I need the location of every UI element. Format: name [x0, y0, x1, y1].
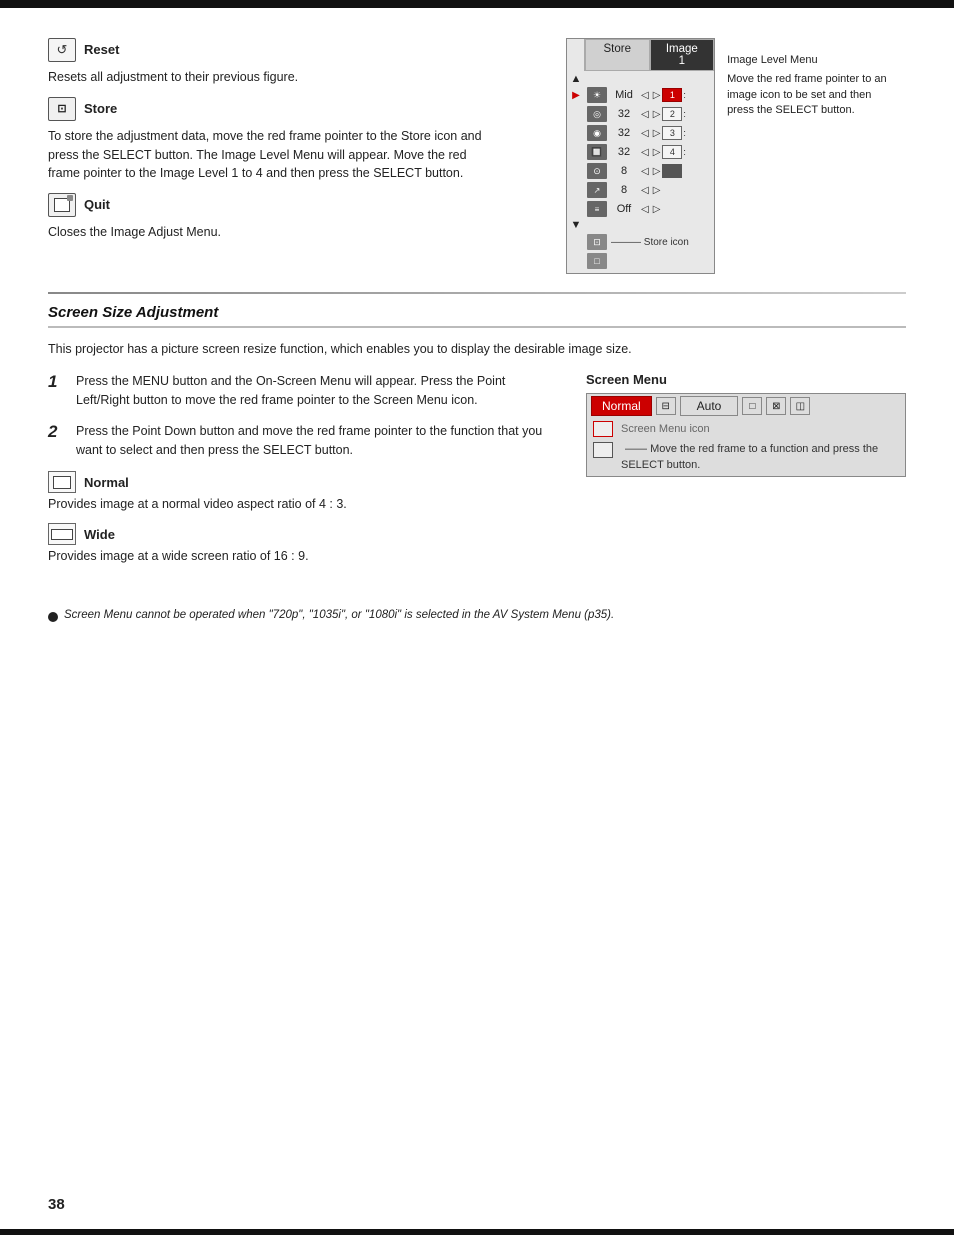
wide-function-header: Wide [48, 523, 556, 545]
screen-menu-icon4: ◫ [790, 397, 810, 415]
row5-box [662, 164, 682, 178]
bottom-bar [0, 1229, 954, 1235]
screen-move-text: —— Move the red frame to a function and … [621, 442, 899, 473]
reset-icon: ↺ [48, 38, 76, 62]
normal-icon [48, 471, 76, 493]
quit-description: Closes the Image Adjust Menu. [48, 223, 498, 242]
row1-icon: ☀ [587, 87, 607, 103]
store-section-header: ⊡ Store [48, 97, 546, 121]
normal-label: Normal [84, 475, 129, 490]
store-row-icon: ⊡ [587, 234, 607, 250]
row4-icon: 🔲 [587, 144, 607, 160]
store-callout-label: Store icon [644, 237, 689, 248]
screen-menu-icon1: ⊟ [656, 397, 676, 415]
store-icon: ⊡ [48, 97, 76, 121]
screen-menu-diagram: Screen Menu Normal ⊟ Auto □ ⊠ ◫ Screen M… [586, 372, 906, 569]
bottom-note: Screen Menu cannot be operated when "720… [48, 609, 906, 622]
red-arrow: ▶ [567, 90, 585, 101]
quit-title: Quit [84, 193, 110, 217]
row3-icon: ◉ [587, 125, 607, 141]
step-1-num: 1 [48, 372, 76, 392]
image-level-menu-box: Store Image 1 ▲ ▶ ☀ Mid ◁ [566, 38, 715, 274]
wide-label: Wide [84, 527, 115, 542]
store-icon-callout-line: ——— Store icon [611, 237, 689, 248]
row7-icon: ≡ [587, 201, 607, 217]
normal-function-header: Normal [48, 471, 556, 493]
image-level-diagram: Store Image 1 ▲ ▶ ☀ Mid ◁ [566, 28, 906, 274]
heading-divider [48, 326, 906, 328]
annotation-title: Image Level Menu [727, 53, 887, 68]
reset-description: Resets all adjustment to their previous … [48, 68, 498, 87]
row1-box1: 1 [662, 88, 682, 102]
store-description: To store the adjustment data, move the r… [48, 127, 498, 183]
row7-label: Off [609, 203, 639, 215]
reset-section-header: ↺ Reset [48, 38, 546, 62]
row6-icon: ↗ [587, 182, 607, 198]
row5-icon: ⊙ [587, 163, 607, 179]
screen-menu-normal-cell: Normal [591, 396, 652, 416]
wide-icon [48, 523, 76, 545]
quit-icon-inner [54, 198, 70, 212]
screen-menu-icon3: ⊠ [766, 397, 786, 415]
main-divider [48, 292, 906, 294]
wide-icon-inner [51, 529, 73, 540]
screen-size-heading: Screen Size Adjustment [48, 304, 906, 321]
screen-sq-2 [593, 442, 613, 458]
bullet-icon [48, 612, 58, 622]
row6-label: 8 [609, 184, 639, 196]
left-column: ↺ Reset Resets all adjustment to their p… [48, 28, 546, 274]
down-arrow: ▼ [567, 219, 585, 231]
screen-menu-title: Screen Menu [586, 372, 906, 387]
menu-header-store: Store [585, 39, 650, 71]
bottom-note-text: Screen Menu cannot be operated when "720… [64, 609, 614, 621]
page-number: 38 [48, 1196, 65, 1213]
row4-label: 32 [609, 146, 639, 158]
quit-row-icon: □ [587, 253, 607, 269]
row2-label: 32 [609, 108, 639, 120]
wide-description: Provides image at a wide screen ratio of… [48, 549, 556, 563]
screen-menu-icon-label: Screen Menu icon [621, 423, 710, 435]
step-1: 1 Press the MENU button and the On-Scree… [48, 372, 556, 410]
top-bar [0, 0, 954, 8]
step-1-text: Press the MENU button and the On-Screen … [76, 372, 556, 410]
step-2-num: 2 [48, 422, 76, 442]
up-arrow: ▲ [567, 73, 585, 85]
screen-size-main-col: 1 Press the MENU button and the On-Scree… [48, 372, 556, 569]
row3-box: 3 [662, 126, 682, 140]
row2-icon: ◎ [587, 106, 607, 122]
store-title: Store [84, 97, 117, 121]
row2-box: 2 [662, 107, 682, 121]
row5-label: 8 [609, 165, 639, 177]
screen-menu-box: Normal ⊟ Auto □ ⊠ ◫ Screen Menu icon [586, 393, 906, 477]
screen-move-text-content: Move the red frame to a function and pre… [621, 443, 878, 470]
step-2: 2 Press the Point Down button and move t… [48, 422, 556, 460]
normal-icon-inner [53, 476, 71, 489]
quit-icon [48, 193, 76, 217]
quit-section-header: Quit [48, 193, 546, 217]
screen-size-intro: This projector has a picture screen resi… [48, 340, 906, 359]
step-2-text: Press the Point Down button and move the… [76, 422, 556, 460]
screen-sq-1 [593, 421, 613, 437]
row1-label: Mid [609, 89, 639, 101]
screen-menu-icon2: □ [742, 397, 762, 415]
annotation-text: Move the red frame pointer to an image i… [727, 72, 887, 118]
normal-description: Provides image at a normal video aspect … [48, 497, 556, 511]
row4-box: 4 [662, 145, 682, 159]
image-level-annotation: Image Level Menu Move the red frame poin… [727, 53, 887, 119]
reset-title: Reset [84, 38, 119, 62]
menu-header-image1: Image 1 [650, 39, 715, 71]
screen-menu-auto-cell: Auto [680, 396, 739, 416]
row3-label: 32 [609, 127, 639, 139]
